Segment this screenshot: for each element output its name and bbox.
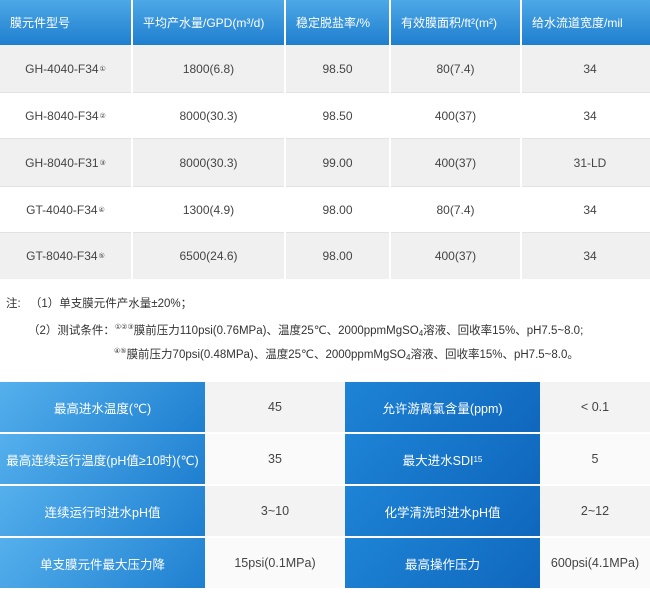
- cell-flow: 8000(30.3): [133, 92, 284, 139]
- note-2-text-b: 溶液、回收率15%、pH7.5~8.0;: [423, 325, 584, 337]
- cell-rejection: 98.00: [286, 186, 389, 233]
- note-1-text: （1）单支膜元件产水量±20%；: [29, 298, 193, 310]
- limit-value-left: 3~10: [205, 486, 345, 536]
- note-2-text-a: 膜前压力110psi(0.76MPa)、温度25℃、2000ppmMgSO: [133, 325, 419, 337]
- limit-label-right-text: 允许游离氯含量(ppm): [382, 401, 503, 416]
- model-name: GT-8040-F34: [26, 249, 98, 263]
- note-3-text-b: 溶液、回收率15%、pH7.5~8.0。: [410, 349, 579, 361]
- footnote-mark: ②: [99, 112, 106, 120]
- note-3-text-a: 膜前压力70psi(0.48MPa)、温度25℃、2000ppmMgSO: [126, 349, 406, 361]
- limit-value-right: 5: [540, 434, 650, 484]
- limit-label-right: 允许游离氯含量(ppm): [345, 382, 540, 432]
- note-3: ④⑤膜前压力70psi(0.48MPa)、温度25℃、2000ppmMgSO4溶…: [114, 340, 579, 370]
- limit-label-right-text: 最大进水SDI: [402, 453, 474, 468]
- note-prefix: 注:: [6, 298, 21, 310]
- header-spacer: 给水流道宽度/mil: [522, 0, 650, 45]
- limit-value-right: < 0.1: [540, 382, 650, 432]
- note-2-marks: ①②③: [114, 324, 134, 331]
- cell-spacer: 34: [522, 92, 650, 139]
- header-area: 有效膜面积/ft²(m²): [391, 0, 520, 45]
- limits-table: 最高进水温度(℃) 45 允许游离氯含量(ppm) < 0.1 最高连续运行温度(pH值…: [0, 382, 650, 588]
- model-name: GT-4040-F34: [26, 202, 98, 217]
- cell-model: GT-4040-F34 ④: [0, 186, 131, 233]
- limit-label-right-text: 最高操作压力: [404, 557, 480, 572]
- cell-spacer: 34: [522, 233, 650, 279]
- cell-spacer: 34: [522, 45, 650, 92]
- footnote-mark: ③: [99, 159, 106, 167]
- limit-label-right: 最高操作压力: [345, 538, 540, 588]
- limit-value-left: 35: [205, 434, 345, 484]
- spec-table: 膜元件型号 平均产水量/GPD(m³/d) 稳定脱盐率/% 有效膜面积/ft²(…: [0, 0, 650, 279]
- limit-label-left: 最高连续运行温度(pH值≥10时)(℃): [0, 434, 205, 484]
- cell-rejection: 98.50: [286, 92, 389, 139]
- limit-label-right-text: 化学清洗时进水pH值: [384, 505, 501, 520]
- note-3-marks: ④⑤: [114, 348, 127, 355]
- limit-label-left: 单支膜元件最大压力降: [0, 538, 205, 588]
- limit-value-right: 2~12: [540, 486, 650, 536]
- cell-area: 80(7.4): [391, 45, 520, 92]
- limit-label-left: 连续运行时进水pH值: [0, 486, 205, 536]
- cell-area: 400(37): [391, 233, 520, 279]
- limit-label-right: 化学清洗时进水pH值: [345, 486, 540, 536]
- limit-value-left: 15psi(0.1MPa): [205, 538, 345, 588]
- cell-spacer: 31-LD: [522, 139, 650, 186]
- cell-area: 400(37): [391, 92, 520, 139]
- limit-value-right: 600psi(4.1MPa): [540, 538, 650, 588]
- cell-model: GH-8040-F31 ③: [0, 139, 131, 186]
- model-name: GH-4040-F34: [25, 61, 99, 76]
- header-flow: 平均产水量/GPD(m³/d): [133, 0, 284, 45]
- cell-flow: 1300(4.9): [133, 186, 284, 233]
- header-model: 膜元件型号: [0, 0, 131, 45]
- cell-area: 400(37): [391, 139, 520, 186]
- note-2-label: （2）测试条件：: [28, 325, 115, 337]
- footnote-mark: ④: [98, 206, 105, 214]
- note-1: 注: （1）单支膜元件产水量±20%；: [6, 292, 192, 316]
- cell-model: GH-8040-F34 ②: [0, 92, 131, 139]
- cell-flow: 8000(30.3): [133, 139, 284, 186]
- cell-flow: 6500(24.6): [133, 233, 284, 279]
- cell-rejection: 98.00: [286, 233, 389, 279]
- cell-model: GH-4040-F34 ①: [0, 45, 131, 92]
- footnote-mark: ①: [99, 65, 106, 73]
- cell-spacer: 34: [522, 186, 650, 233]
- cell-rejection: 98.50: [286, 45, 389, 92]
- model-name: GH-8040-F31: [25, 155, 99, 170]
- limit-value-left: 45: [205, 382, 345, 432]
- header-rejection: 稳定脱盐率/%: [286, 0, 389, 45]
- footnote-mark: ⑤: [98, 253, 105, 260]
- limit-label-left: 最高进水温度(℃): [0, 382, 205, 432]
- cell-rejection: 99.00: [286, 139, 389, 186]
- cell-model: GT-8040-F34 ⑤: [0, 233, 131, 279]
- cell-area: 80(7.4): [391, 186, 520, 233]
- limit-label-right-sub: 15: [473, 454, 483, 464]
- model-name: GH-8040-F34: [25, 108, 99, 123]
- cell-flow: 1800(6.8): [133, 45, 284, 92]
- limit-label-right: 最大进水SDI 15: [345, 434, 540, 484]
